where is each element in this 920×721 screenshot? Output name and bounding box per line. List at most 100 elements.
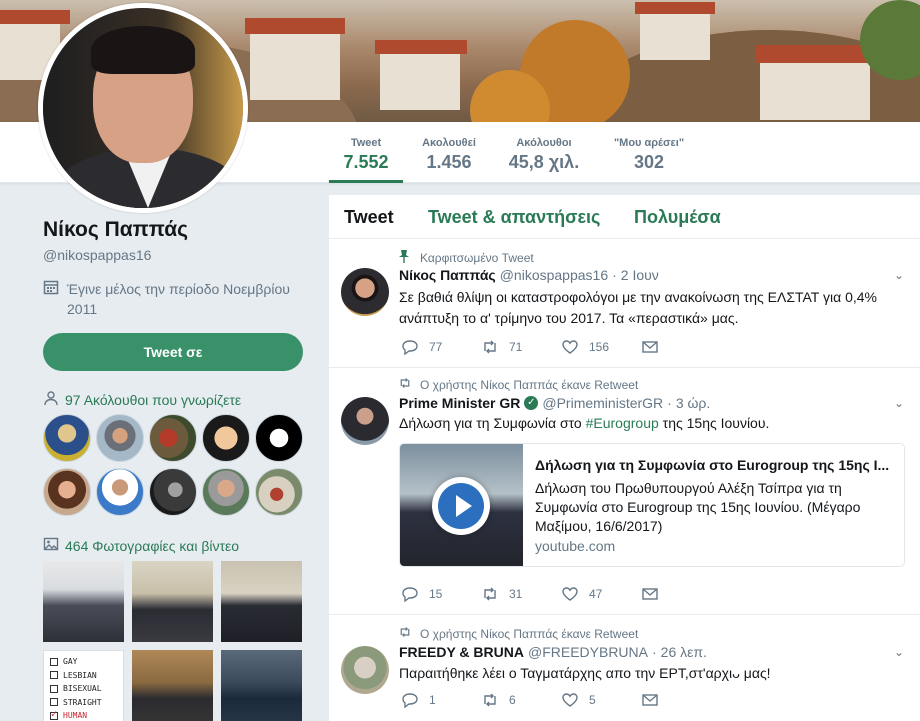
chevron-down-icon[interactable]: ⌄ <box>894 268 904 282</box>
follower-avatar[interactable] <box>202 468 250 516</box>
follower-avatar[interactable] <box>202 414 250 462</box>
list-row: HUMAN <box>50 708 117 721</box>
follower-avatar[interactable] <box>149 414 197 462</box>
retweet-button[interactable]: 6 <box>481 692 561 708</box>
tweet-author-handle[interactable]: @nikospappas16 <box>500 267 608 283</box>
dm-button[interactable] <box>641 692 721 708</box>
context-text: Καρφιτσωμένο Tweet <box>420 250 534 265</box>
follower-avatar[interactable] <box>96 468 144 516</box>
list-text: BISEXUAL <box>63 684 102 693</box>
list-text: GAY <box>63 657 78 666</box>
chevron-down-icon[interactable]: ⌄ <box>894 645 904 659</box>
reply-count: 1 <box>429 693 436 707</box>
checkbox-icon <box>50 684 58 693</box>
photo-thumbnail[interactable] <box>43 561 124 642</box>
profile-avatar[interactable] <box>38 3 248 213</box>
separator-dot: · <box>667 395 672 411</box>
followers-you-know-link[interactable]: 97 Ακόλουθοι που γνωρίζετε <box>43 390 241 409</box>
card-title: Δήλωση για τη Συμφωνία στο Eurogroup της… <box>535 457 890 473</box>
photo-thumbnail[interactable] <box>221 561 302 642</box>
stat-label: Tweet <box>350 137 382 149</box>
follower-avatar[interactable] <box>43 468 91 516</box>
stat-label: Ακόλουθοι <box>516 137 572 149</box>
reply-icon <box>401 692 419 709</box>
stat-value: 45,8 χιλ. <box>508 152 580 172</box>
follower-avatar[interactable] <box>255 414 303 462</box>
reply-button[interactable]: 15 <box>401 586 481 603</box>
tab-tweets-replies[interactable]: Tweet & απαντήσεις <box>428 207 600 228</box>
tweet-text: Παραιτήθηκε λέει ο Ταγματάρχης απο την Ε… <box>399 665 771 681</box>
retweet-button[interactable]: 71 <box>481 339 561 355</box>
card-thumbnail <box>400 444 523 566</box>
stat-label: Ακολουθεί <box>422 137 476 149</box>
timeline-tabs: Tweet Tweet & απαντήσεις Πολυμέσα <box>329 195 920 239</box>
separator-dot: · <box>652 644 657 660</box>
list-row: LESBIAN <box>50 669 117 683</box>
photo-thumbnail-list[interactable]: GAY LESBIAN BISEXUAL STRAIGHT HUMAN <box>43 650 124 721</box>
join-date: Έγινε μέλος την περίοδο Νοεμβρίου 2011 <box>43 279 303 319</box>
tweet-header: FREEDY & BRUNA @FREEDYBRUNA · 26 λεπ. <box>399 644 707 660</box>
chevron-down-icon[interactable]: ⌄ <box>894 396 904 410</box>
tweet-author-handle[interactable]: @PrimeministerGR <box>542 395 663 411</box>
stat-followers[interactable]: Ακόλουθοι 45,8 χιλ. <box>500 122 588 183</box>
link-card[interactable]: Δήλωση για τη Συμφωνία στο Eurogroup της… <box>399 443 905 567</box>
list-row: BISEXUAL <box>50 682 117 696</box>
photo-thumbnail[interactable] <box>132 561 213 642</box>
reply-count: 15 <box>429 587 443 601</box>
follower-avatar[interactable] <box>149 468 197 516</box>
tweet-author-handle[interactable]: @FREEDYBRUNA <box>528 644 648 660</box>
photo-thumbnail[interactable] <box>132 650 213 721</box>
retweet-context: Ο χρήστης Νίκος Παππάς έκανε Retweet <box>398 377 638 392</box>
hashtag-link[interactable]: #Eurogroup <box>586 415 659 431</box>
tweet-actions: 15 31 47 <box>401 586 721 603</box>
tweet-author-name[interactable]: Νίκος Παππάς <box>399 267 496 283</box>
retweet-button[interactable]: 31 <box>481 586 561 602</box>
tweet-author-name[interactable]: Prime Minister GR <box>399 395 520 411</box>
pinned-context: Καρφιτσωμένο Tweet <box>398 249 534 266</box>
stat-tweets[interactable]: Tweet 7.552 <box>329 122 403 183</box>
like-button[interactable]: 5 <box>561 692 641 708</box>
reply-button[interactable]: 1 <box>401 692 481 709</box>
tab-tweets[interactable]: Tweet <box>344 207 394 228</box>
stat-likes[interactable]: "Μου αρέσει" 302 <box>600 122 698 183</box>
tweet-to-button[interactable]: Tweet σε <box>43 333 303 371</box>
heart-icon <box>561 586 579 602</box>
tweet-avatar[interactable] <box>341 397 389 445</box>
dm-button[interactable] <box>641 586 721 602</box>
retweet-icon <box>398 626 412 641</box>
stat-value: 1.456 <box>426 152 472 172</box>
tweet-text: Δήλωση για τη Συμφωνία στο #Eurogroup τη… <box>399 413 899 434</box>
checkbox-checked-icon <box>50 708 58 721</box>
tweet-time[interactable]: 2 Ιουν <box>621 267 659 283</box>
reply-button[interactable]: 77 <box>401 339 481 356</box>
follower-avatar[interactable] <box>43 414 91 462</box>
tab-media[interactable]: Πολυμέσα <box>634 207 721 228</box>
retweet-icon <box>481 339 499 355</box>
play-icon[interactable] <box>432 477 490 535</box>
profile-name[interactable]: Νίκος Παππάς <box>43 218 188 242</box>
photos-videos-text: 464 Φωτογραφίες και βίντεο <box>65 537 240 554</box>
list-text: STRAIGHT <box>63 697 102 707</box>
tweet-avatar[interactable] <box>341 646 389 694</box>
profile-handle[interactable]: @nikospappas16 <box>43 247 151 263</box>
tweet-item[interactable]: Καρφιτσωμένο Tweet Νίκος Παππάς @nikospa… <box>329 240 920 368</box>
tweet-avatar[interactable] <box>341 268 389 316</box>
tweet-time[interactable]: 3 ώρ. <box>676 395 710 411</box>
follower-avatar[interactable] <box>255 468 303 516</box>
tweet-item[interactable]: Ο χρήστης Νίκος Παππάς έκανε Retweet FRE… <box>329 616 920 721</box>
retweet-icon <box>398 377 412 392</box>
photos-videos-link[interactable]: 464 Φωτογραφίες και βίντεο <box>43 536 239 555</box>
calendar-icon <box>43 279 61 319</box>
join-date-text: Έγινε μέλος την περίοδο Νοεμβρίου 2011 <box>67 281 290 317</box>
photo-thumbnail[interactable] <box>221 650 302 721</box>
tweet-time[interactable]: 26 λεπ. <box>661 644 707 660</box>
like-button[interactable]: 47 <box>561 586 641 602</box>
stat-following[interactable]: Ακολουθεί 1.456 <box>410 122 488 183</box>
like-count: 47 <box>589 587 603 601</box>
dm-button[interactable] <box>641 339 721 355</box>
follower-avatar[interactable] <box>96 414 144 462</box>
tweet-item[interactable]: Ο χρήστης Νίκος Παππάς έκανε Retweet Pri… <box>329 369 920 615</box>
like-button[interactable]: 156 <box>561 339 641 355</box>
tweet-author-name[interactable]: FREEDY & BRUNA <box>399 644 524 660</box>
retweet-count: 71 <box>509 340 523 354</box>
